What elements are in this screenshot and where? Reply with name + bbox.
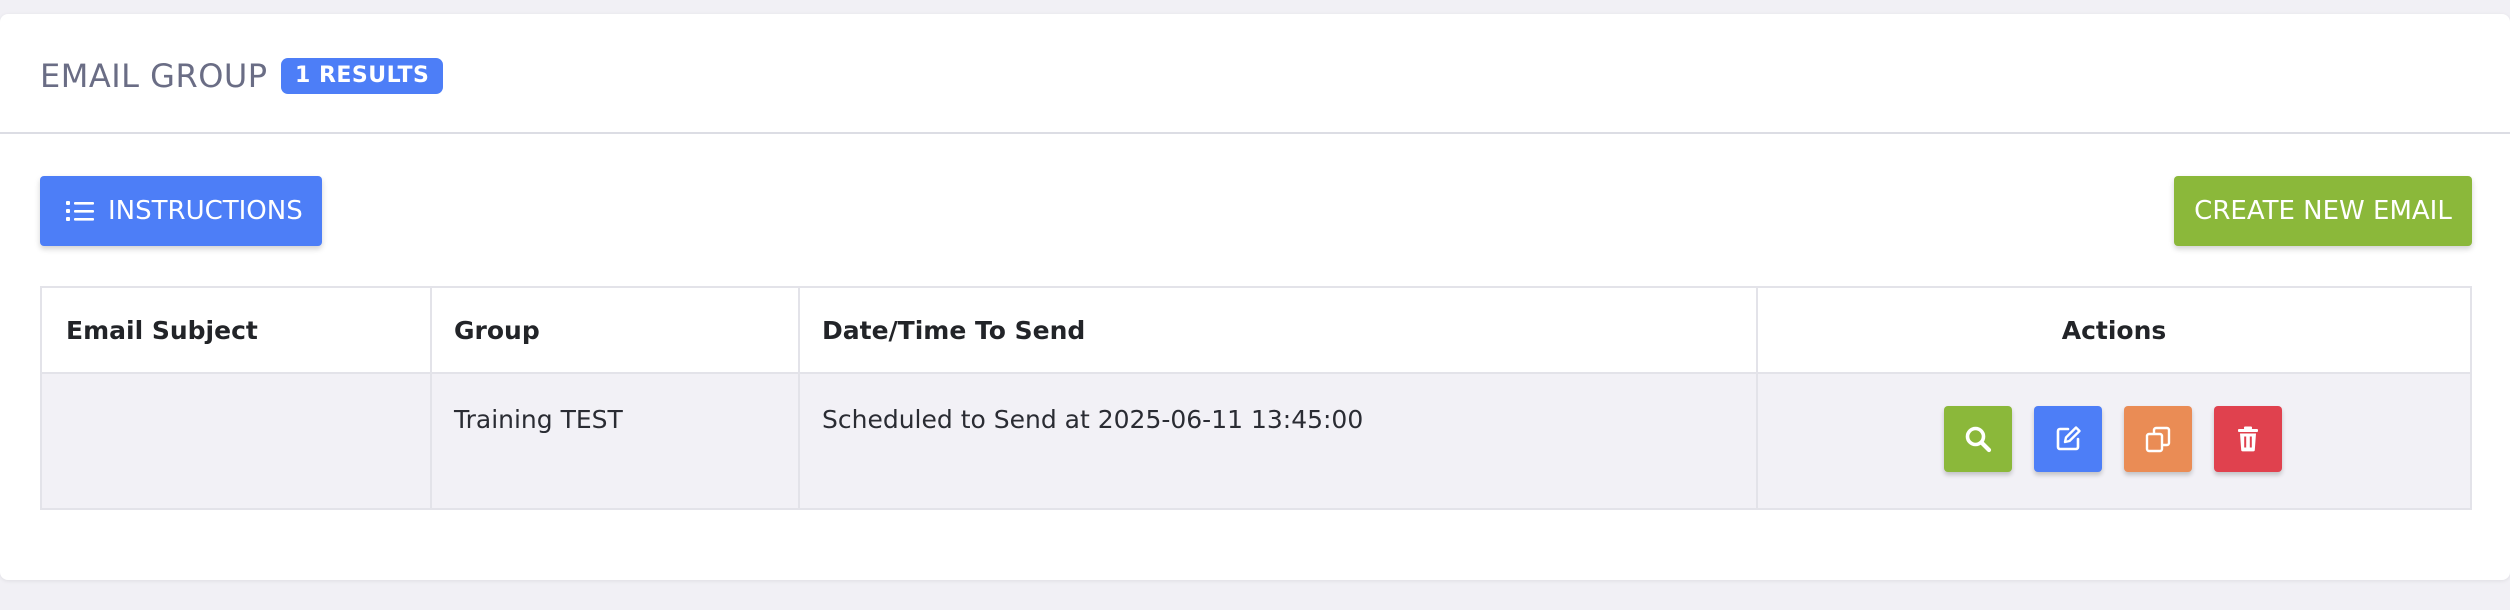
- column-divider: [798, 288, 800, 508]
- column-divider: [1756, 288, 1758, 508]
- page-title: EMAIL GROUP: [40, 57, 268, 95]
- list-icon: [66, 201, 94, 221]
- email-group-card: EMAIL GROUP 1 RESULTS INSTRUCTIONS CREAT…: [0, 14, 2510, 580]
- copy-icon: [2145, 426, 2171, 453]
- column-header-date-time[interactable]: Date/Time To Send: [822, 288, 1085, 374]
- edit-icon: [2056, 426, 2081, 451]
- delete-button[interactable]: [2214, 406, 2282, 472]
- trash-icon: [2238, 426, 2258, 452]
- duplicate-button[interactable]: [2124, 406, 2192, 472]
- instructions-label: INSTRUCTIONS: [108, 196, 303, 226]
- create-new-email-button[interactable]: CREATE NEW EMAIL: [2174, 176, 2472, 246]
- instructions-button[interactable]: INSTRUCTIONS: [40, 176, 322, 246]
- email-table: Email Subject Group Date/Time To Send Ac…: [40, 286, 2472, 510]
- table-row: Training TEST Scheduled to Send at 2025-…: [42, 374, 2470, 508]
- view-button[interactable]: [1944, 406, 2012, 472]
- cell-group: Training TEST: [454, 405, 623, 434]
- search-icon: [1965, 426, 1992, 453]
- column-header-group[interactable]: Group: [454, 288, 540, 374]
- column-header-actions: Actions: [2061, 316, 2167, 345]
- card-header: EMAIL GROUP 1 RESULTS: [0, 14, 2510, 134]
- cell-date-time: Scheduled to Send at 2025-06-11 13:45:00: [822, 405, 1364, 434]
- edit-button[interactable]: [2034, 406, 2102, 472]
- column-header-email-subject[interactable]: Email Subject: [66, 288, 258, 374]
- results-count-badge: 1 RESULTS: [281, 58, 444, 94]
- column-divider: [430, 288, 432, 508]
- table-header-row: Email Subject Group Date/Time To Send Ac…: [42, 288, 2470, 374]
